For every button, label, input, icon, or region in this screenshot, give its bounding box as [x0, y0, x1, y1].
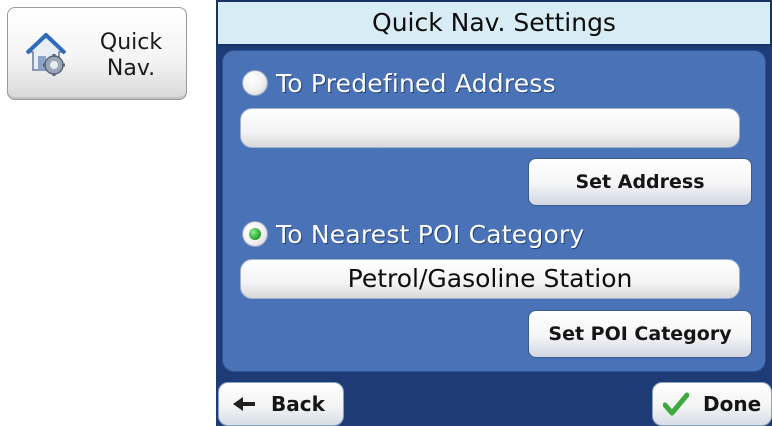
back-button[interactable]: Back [218, 382, 344, 426]
radio-predefined-address[interactable] [242, 70, 268, 96]
checkmark-icon [663, 392, 689, 416]
back-arrow-icon [233, 397, 255, 411]
address-field[interactable] [240, 108, 740, 148]
poi-category-field[interactable]: Petrol/Gasoline Station [240, 259, 740, 299]
set-address-button[interactable]: Set Address [528, 158, 752, 206]
radio-nearest-poi[interactable] [242, 221, 268, 247]
back-label: Back [271, 392, 325, 416]
option-poi-label: To Nearest POI Category [276, 219, 585, 249]
page-title: Quick Nav. Settings [216, 0, 772, 46]
option-nearest-poi[interactable]: To Nearest POI Category [242, 217, 584, 251]
done-label: Done [703, 392, 762, 416]
option-predefined-label: To Predefined Address [276, 68, 556, 98]
set-poi-category-button[interactable]: Set POI Category [528, 310, 752, 358]
quick-nav-label: Quick Nav. [99, 30, 163, 81]
quick-nav-button[interactable]: Quick Nav. [7, 7, 187, 100]
quick-nav-settings-panel: Quick Nav. Settings To Predefined Addres… [216, 0, 772, 426]
house-gear-icon [26, 33, 66, 76]
done-button[interactable]: Done [652, 382, 772, 426]
option-predefined-address[interactable]: To Predefined Address [242, 66, 556, 100]
